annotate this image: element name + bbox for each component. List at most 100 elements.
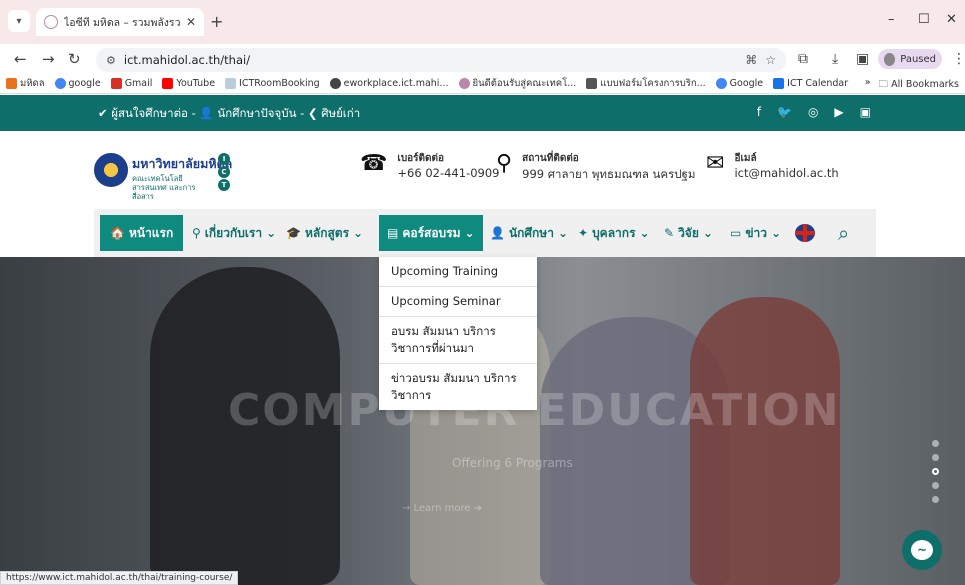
phone-label: เบอร์ติดต่อ	[397, 153, 445, 164]
nav-research[interactable]: ✎ วิจัย ⌄	[664, 209, 713, 257]
english-flag-icon[interactable]	[795, 224, 815, 242]
google-icon	[54, 78, 66, 89]
messenger-chat-button[interactable]: ~	[902, 530, 942, 570]
dropdown-item-upcoming-seminar[interactable]: Upcoming Seminar	[379, 287, 537, 317]
twitter-icon[interactable]: 🐦	[777, 105, 792, 119]
url-input[interactable]: ⚙ ict.mahidol.ac.th/thai/ ⌘ ☆	[96, 48, 786, 72]
bookmark-item[interactable]: ICT Calendar	[773, 78, 848, 89]
dropdown-item-past-training[interactable]: อบรม สัมมนา บริการวิชาการที่ผ่านมา	[379, 317, 537, 364]
bookmark-favicon-icon	[329, 78, 341, 89]
messenger-icon: ~	[911, 540, 933, 560]
search-icon[interactable]: ⌕	[838, 221, 849, 245]
slider-dot[interactable]	[932, 454, 939, 461]
site-info-icon[interactable]: ⚙	[106, 54, 116, 67]
bookmark-item[interactable]: ยินดีต้อนรับสู่คณะเทคโ...	[458, 76, 576, 91]
extensions-icon[interactable]: ⧉	[798, 51, 808, 67]
slider-dot-active[interactable]	[932, 468, 939, 475]
research-icon: ✎	[664, 226, 675, 240]
bookmark-item[interactable]: eworkplace.ict.mahi...	[329, 78, 449, 89]
forward-icon[interactable]: →	[42, 50, 55, 68]
contact-email: ✉ อีเมล์ ict@mahidol.ac.th	[706, 151, 839, 180]
calendar-icon	[773, 78, 785, 89]
all-bookmarks[interactable]: 🗀 All Bookmarks	[879, 77, 959, 93]
browser-tab-bar: ▾ ไอซีที มหิดล – รวมพลังรวมใจ ก้าวไกล...…	[0, 0, 965, 44]
back-icon[interactable]: ←	[14, 50, 27, 68]
location-label: สถานที่ติดต่อ	[522, 153, 579, 164]
bookmark-item[interactable]: แบบฟอร์มโครงการบริก...	[586, 76, 706, 91]
tab-search-button[interactable]: ▾	[8, 10, 30, 32]
chevron-down-icon: ⌄	[353, 226, 364, 240]
facebook-icon[interactable]: f	[757, 105, 761, 119]
hero-button[interactable]: → Learn more ➔	[402, 503, 482, 514]
tab-title: ไอซีที มหิดล – รวมพลังรวมใจ ก้าวไกล...	[64, 16, 180, 29]
close-window-icon[interactable]: ✕	[946, 12, 957, 27]
status-url-bar: https://www.ict.mahidol.ac.th/thai/train…	[0, 571, 239, 585]
email-value: ict@mahidol.ac.th	[734, 166, 839, 180]
menu-kebab-icon[interactable]: ⋮	[952, 51, 965, 67]
profile-status: Paused	[900, 53, 936, 65]
url-text: ict.mahidol.ac.th/thai/	[123, 53, 251, 67]
top-audience-links[interactable]: ✔ ผู้สนใจศึกษาต่อ - 👤 นักศึกษาปัจจุบัน -…	[98, 105, 360, 123]
nav-programs[interactable]: 🎓 หลักสูตร ⌄	[286, 209, 363, 257]
nav-students[interactable]: 👤 นักศึกษา ⌄	[490, 209, 568, 257]
bookmarks-right: » 🗀 All Bookmarks	[865, 77, 959, 93]
instagram-icon[interactable]: ◎	[808, 105, 818, 119]
contact-phone: ☎ เบอร์ติดต่อ +66 02-441-0909	[360, 151, 499, 180]
minimize-icon[interactable]: –	[888, 12, 895, 27]
chevron-down-icon: ⌄	[771, 226, 782, 240]
bookmark-favicon-icon	[225, 78, 237, 89]
location-value: 999 ศาลายา พุทธมณฑล นครปฐม	[522, 167, 696, 181]
dropdown-item-upcoming-training[interactable]: Upcoming Training	[379, 257, 537, 287]
bookmark-favicon-icon	[586, 78, 598, 89]
slider-dot[interactable]	[932, 482, 939, 489]
close-tab-icon[interactable]: ✕	[186, 15, 196, 29]
slider-dot[interactable]	[932, 496, 939, 503]
download-icon[interactable]: ⤓	[832, 51, 838, 67]
chevron-down-icon: ⌄	[702, 226, 713, 240]
bookmark-item[interactable]: มหิดล	[6, 76, 45, 91]
bookmark-item[interactable]: ICTRoomBooking	[225, 78, 320, 89]
site-top-bar: ✔ ผู้สนใจศึกษาต่อ - 👤 นักศึกษาปัจจุบัน -…	[0, 95, 965, 131]
graduation-cap-icon: 🎓	[286, 226, 301, 240]
site-favicon-icon	[44, 15, 58, 29]
profile-button[interactable]: Paused	[878, 49, 942, 69]
google-icon	[715, 78, 727, 89]
youtube-icon	[162, 78, 174, 89]
browser-tab[interactable]: ไอซีที มหิดล – รวมพลังรวมใจ ก้าวไกล... ✕	[36, 8, 204, 36]
user-icon: 👤	[490, 226, 505, 240]
reload-icon[interactable]: ↻	[68, 50, 81, 68]
more-bookmarks-icon[interactable]: »	[865, 77, 871, 93]
home-icon: 🏠	[110, 226, 125, 240]
envelope-icon: ✉	[706, 151, 725, 176]
line-icon[interactable]: ▣	[860, 105, 871, 119]
maximize-icon[interactable]: ☐	[918, 12, 930, 27]
bookmark-favicon-icon	[6, 78, 17, 89]
bookmark-item[interactable]: Gmail	[110, 78, 152, 89]
dropdown-item-training-news[interactable]: ข่าวอบรม สัมมนา บริการวิชาการ	[379, 364, 537, 410]
staff-icon: ✦	[578, 226, 589, 240]
bookmark-item[interactable]: google	[54, 78, 101, 89]
slider-dot[interactable]	[932, 440, 939, 447]
bookmark-item[interactable]: Google	[715, 78, 763, 89]
new-tab-button[interactable]: +	[210, 12, 223, 31]
social-links: f 🐦 ◎ ▶ ▣	[757, 105, 871, 119]
mahidol-seal-logo[interactable]	[94, 153, 128, 187]
nav-courses[interactable]: ▤ คอร์สอบรม ⌄	[379, 215, 483, 251]
bookmark-item[interactable]: YouTube	[162, 78, 215, 89]
chevron-down-icon: ⌄	[464, 226, 475, 240]
chevron-down-icon: ⌄	[639, 226, 650, 240]
bookmark-star-icon[interactable]: ☆	[765, 53, 776, 67]
slider-dots	[932, 440, 939, 503]
nav-staff[interactable]: ✦ บุคลากร ⌄	[578, 209, 650, 257]
phone-value: +66 02-441-0909	[397, 166, 500, 180]
bookmark-favicon-icon	[458, 78, 470, 89]
nav-news[interactable]: ▭ ข่าว ⌄	[730, 209, 781, 257]
nav-about[interactable]: ⚲ เกี่ยวกับเรา ⌄	[192, 209, 276, 257]
nav-home[interactable]: 🏠 หน้าแรก	[100, 215, 184, 251]
youtube-icon[interactable]: ▶	[834, 105, 843, 119]
chevron-down-icon: ⌄	[557, 226, 569, 240]
side-panel-icon[interactable]: ▣	[856, 51, 869, 67]
phone-icon: ☎	[360, 151, 388, 176]
translate-icon[interactable]: ⌘	[745, 53, 757, 67]
bookmarks-bar: มหิดล google Gmail YouTube ICTRoomBookin…	[0, 74, 965, 94]
